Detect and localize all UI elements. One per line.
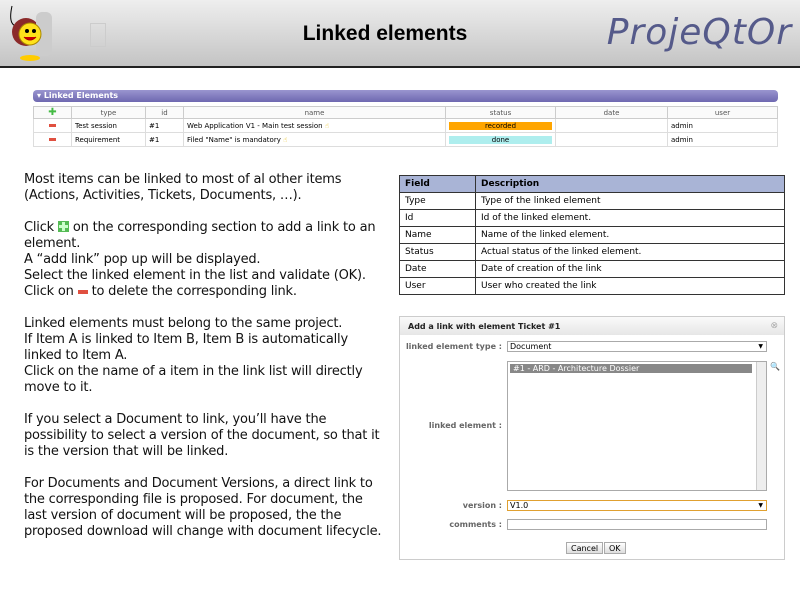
add-link-dialog: Add a link with element Ticket #1 ⊗ link… — [399, 316, 785, 560]
row-name[interactable]: Web Application V1 - Main test session ☝ — [183, 118, 446, 133]
field-name: Date — [399, 260, 476, 278]
table-row: Type Type of the linked element — [399, 192, 785, 210]
text: Click on — [24, 284, 74, 299]
description-text: Most items can be linked to most of al o… — [24, 172, 389, 556]
paragraph: For Documents and Document Versions, a d… — [24, 476, 382, 539]
delete-link-icon[interactable] — [49, 124, 56, 127]
row-name[interactable]: Filed "Name" is mandatory ☝ — [183, 132, 446, 147]
header: Linked elements ProjeQtOr — [0, 0, 800, 68]
brand-logo: ProjeQtOr — [606, 12, 792, 53]
row-user: admin — [667, 118, 778, 133]
field-description: Id of the linked element. — [475, 209, 785, 227]
text: Click on the name of a item in the link … — [24, 364, 363, 395]
paragraph: Linked elements must belong to the same … — [24, 316, 389, 396]
type-value: Document — [510, 342, 552, 351]
plus-icon — [57, 221, 69, 232]
close-icon[interactable]: ⊗ — [770, 321, 778, 331]
field-name: Id — [399, 209, 476, 227]
table-row: Requirement #1 Filed "Name" is mandatory… — [33, 132, 778, 147]
table-row: Status Actual status of the linked elemen… — [399, 243, 785, 261]
text: If Item A is linked to Item B, Item B is… — [24, 332, 348, 363]
chevron-down-icon[interactable]: ▼ — [758, 342, 763, 352]
field-name: User — [399, 277, 476, 295]
row-type: Requirement — [71, 132, 146, 147]
text: Linked elements must belong to the same … — [24, 316, 343, 331]
paragraph: Most items can be linked to most of al o… — [24, 172, 342, 203]
row-id: #1 — [145, 132, 184, 147]
dialog-title: Add a link with element Ticket #1 — [400, 317, 784, 335]
version-value: V1.0 — [510, 501, 529, 510]
status-badge: recorded — [449, 121, 552, 130]
plus-icon[interactable]: ✚ — [48, 107, 56, 118]
field-name: Name — [399, 226, 476, 244]
text: Click — [24, 220, 54, 235]
version-label: version : — [462, 501, 502, 510]
linked-elements-section: ▾ Linked Elements ✚ type id name status … — [33, 90, 778, 147]
table-row: User User who created the link — [399, 277, 785, 295]
ok-button[interactable]: OK — [604, 542, 626, 554]
add-link-button[interactable]: ✚ — [33, 106, 72, 119]
table-row: Test session #1 Web Application V1 - Mai… — [33, 118, 778, 133]
row-name-text[interactable]: Filed "Name" is mandatory — [187, 136, 281, 144]
hand-pointer-icon: ☝ — [324, 121, 330, 130]
field-description: User who created the link — [475, 277, 785, 295]
linked-elements-table: ✚ type id name status date user Test ses… — [33, 106, 778, 147]
section-title: Linked Elements — [43, 91, 119, 100]
row-date — [555, 118, 668, 133]
col-status: status — [445, 106, 556, 119]
comments-label: comments : — [449, 520, 502, 529]
field-description: Name of the linked element. — [475, 226, 785, 244]
linked-element-list[interactable]: #1 - ARD - Architecture Dossier — [507, 361, 767, 491]
delete-link-icon[interactable] — [49, 138, 56, 141]
row-name-text[interactable]: Web Application V1 - Main test session — [187, 122, 323, 130]
search-icon[interactable]: 🔍 — [770, 362, 780, 371]
header-description: Description — [475, 175, 785, 193]
element-label: linked element : — [428, 421, 502, 430]
col-type: type — [71, 106, 146, 119]
type-select[interactable]: Document ▼ — [507, 341, 767, 352]
status-badge: done — [449, 135, 552, 144]
col-user: user — [667, 106, 778, 119]
cancel-button[interactable]: Cancel — [566, 542, 604, 554]
header-field: Field — [399, 175, 476, 193]
minus-icon — [77, 289, 88, 294]
fields-table: Field Description Type Type of the linked … — [399, 175, 785, 295]
col-date: date — [555, 106, 668, 119]
field-description: Actual status of the linked element. — [475, 243, 785, 261]
section-header[interactable]: ▾ Linked Elements — [33, 90, 778, 102]
field-name: Type — [399, 192, 476, 210]
list-item[interactable]: #1 - ARD - Architecture Dossier — [510, 364, 752, 373]
table-row: Id Id of the linked element. — [399, 209, 785, 227]
table-row: Name Name of the linked element. — [399, 226, 785, 244]
version-select[interactable]: V1.0 ▼ — [507, 500, 767, 511]
text: on the corresponding section to add a li… — [24, 220, 376, 251]
row-id: #1 — [145, 118, 184, 133]
col-name: name — [183, 106, 446, 119]
text: A “add link” pop up will be displayed. — [24, 252, 261, 267]
text: to delete the corresponding link. — [87, 284, 297, 299]
field-description: Type of the linked element — [475, 192, 785, 210]
row-date — [555, 132, 668, 147]
row-type: Test session — [71, 118, 146, 133]
field-description: Date of creation of the link — [475, 260, 785, 278]
comments-input[interactable] — [507, 519, 767, 530]
hand-pointer-icon: ☝ — [283, 135, 288, 144]
type-label: linked element type : — [405, 342, 502, 351]
field-name: Status — [399, 243, 476, 261]
chevron-down-icon[interactable]: ▼ — [758, 501, 763, 511]
text: Select the linked element in the list an… — [24, 268, 366, 283]
row-user: admin — [667, 132, 778, 147]
col-id: id — [145, 106, 184, 119]
paragraph: Click on the corresponding section to ad… — [24, 220, 389, 300]
table-row: Date Date of creation of the link — [399, 260, 785, 278]
paragraph: If you select a Document to link, you’ll… — [24, 412, 380, 459]
scrollbar[interactable] — [756, 362, 766, 490]
